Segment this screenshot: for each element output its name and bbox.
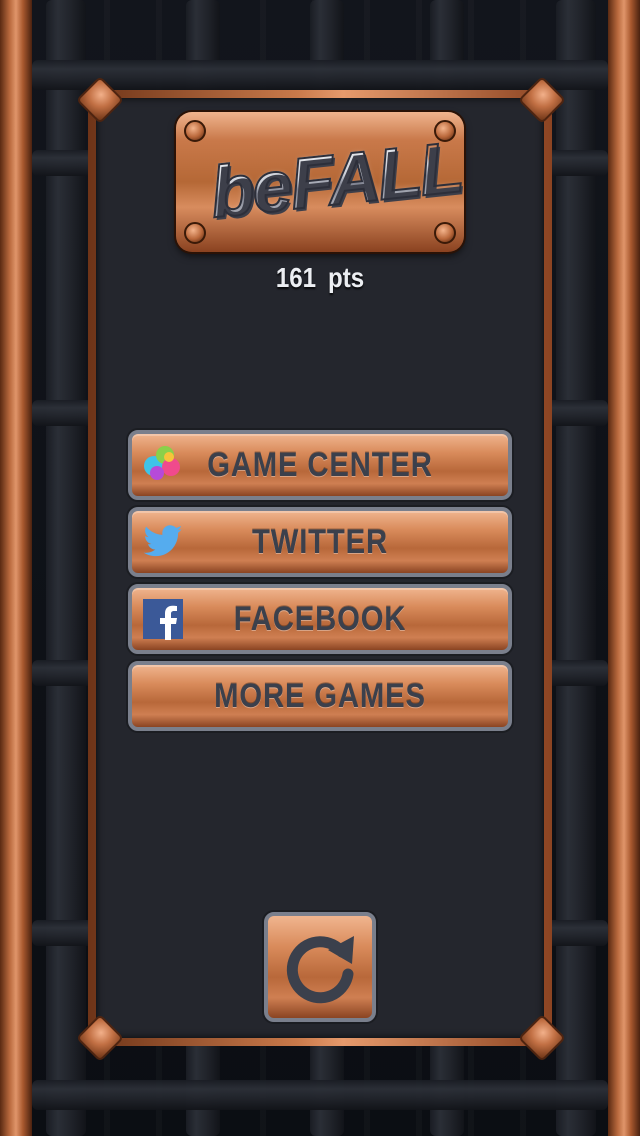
restart-arrow-icon	[286, 936, 354, 1004]
game-center-button[interactable]: GAME CENTER	[128, 430, 512, 500]
more-games-label: MORE GAMES	[214, 677, 426, 715]
logo-plate: beFALL	[176, 112, 466, 252]
score-value: 161	[275, 262, 317, 293]
game-screen: beFALL 161 pts GAME CENTER TWITTER FACEB…	[0, 0, 640, 1136]
copper-rail-right	[608, 0, 640, 1136]
plate-bolt	[184, 120, 206, 142]
copper-rail-left	[0, 0, 32, 1136]
score-display: 161 pts	[234, 262, 406, 294]
background-pipe	[32, 60, 608, 90]
twitter-label: TWITTER	[252, 523, 388, 561]
plate-bolt	[184, 222, 206, 244]
facebook-label: FACEBOOK	[233, 600, 407, 638]
game-center-label: GAME CENTER	[207, 446, 433, 484]
background-pipe	[32, 1080, 608, 1110]
replay-button[interactable]	[264, 912, 376, 1022]
facebook-button[interactable]: FACEBOOK	[128, 584, 512, 654]
more-games-button[interactable]: MORE GAMES	[128, 661, 512, 731]
twitter-button[interactable]: TWITTER	[128, 507, 512, 577]
plate-bolt	[434, 222, 456, 244]
game-logo: beFALL	[205, 121, 466, 243]
score-unit: pts	[328, 262, 365, 293]
